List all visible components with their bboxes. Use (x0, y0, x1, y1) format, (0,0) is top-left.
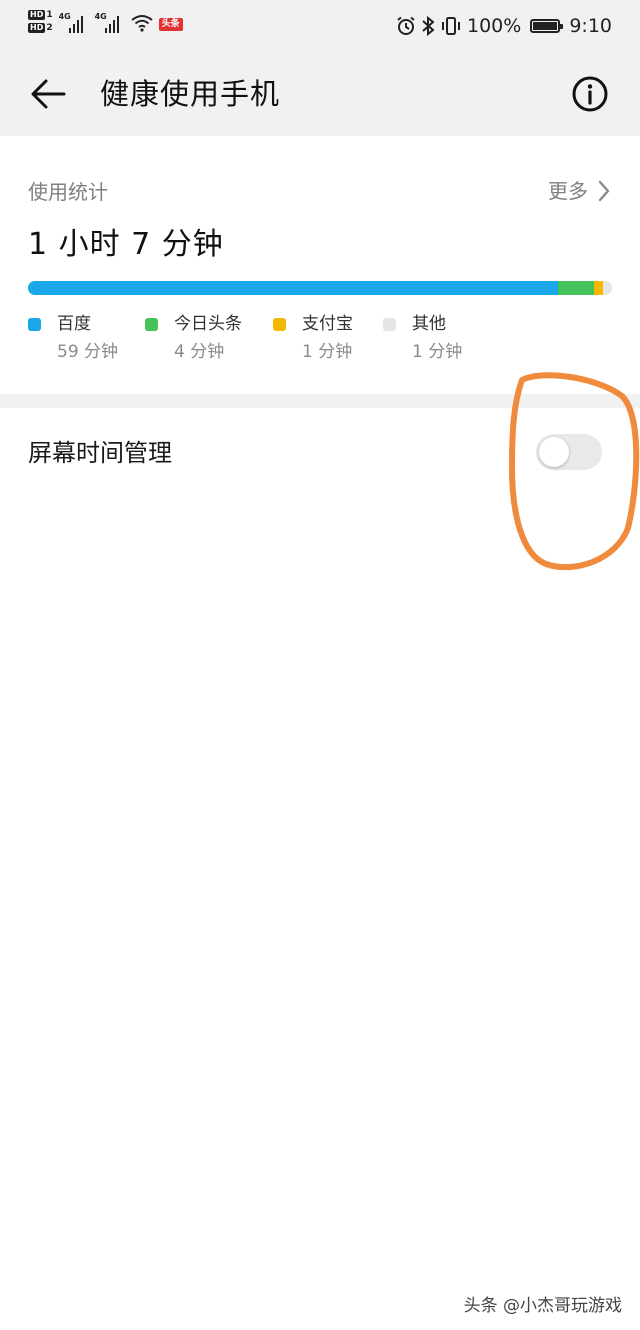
usage-bar-segment (558, 281, 595, 295)
more-link[interactable]: 更多 (548, 176, 610, 206)
more-label: 更多 (548, 179, 588, 203)
signal-2-icon: 4G (95, 12, 125, 34)
legend-color-dot (145, 318, 158, 331)
signal-1-icon: 4G (59, 12, 89, 34)
app-bar: 健康使用手机 (0, 52, 640, 136)
page-title: 健康使用手机 (100, 77, 281, 111)
usage-section-label: 使用统计 (28, 180, 108, 204)
alarm-icon (397, 16, 415, 35)
hd-1-icon: HD 1 (28, 10, 53, 20)
legend-app-name: 支付宝 (302, 314, 353, 334)
battery-icon (530, 19, 564, 33)
usage-bar (28, 281, 612, 295)
legend-color-dot (28, 318, 41, 331)
annotation-circle (509, 372, 640, 571)
bluetooth-icon (422, 16, 435, 36)
legend-app-name: 百度 (57, 314, 91, 334)
usage-bar-segment (594, 281, 603, 295)
total-usage-time: 1 小时 7 分钟 (28, 227, 224, 262)
usage-bar-segment (28, 281, 559, 295)
legend-app-duration: 1 分钟 (412, 342, 463, 362)
legend-app-duration: 1 分钟 (302, 342, 353, 362)
hd-2-icon: HD 2 (28, 23, 53, 33)
legend-color-dot (383, 318, 396, 331)
arrow-left-icon (31, 79, 66, 109)
back-button[interactable] (28, 74, 68, 114)
status-bar: HD 1 HD 2 4G 4G 头条 100% 9:10 (0, 0, 640, 52)
vibrate-icon (442, 17, 460, 35)
status-bar-right: 100% 9:10 (396, 12, 612, 40)
info-button[interactable] (570, 74, 610, 114)
legend-color-dot (273, 318, 286, 331)
toutiao-badge-icon: 头条 (158, 18, 183, 31)
wifi-icon (130, 15, 153, 32)
battery-percent: 100% (467, 15, 522, 37)
watermark: 头条 @小杰哥玩游戏 (463, 1296, 622, 1316)
legend-app-duration: 4 分钟 (174, 342, 225, 362)
clock: 9:10 (569, 15, 612, 37)
legend-app-name: 今日头条 (174, 314, 242, 334)
status-bar-left: HD 1 HD 2 4G 4G 头条 (28, 10, 183, 44)
legend-app-name: 其他 (412, 314, 446, 334)
info-circle-icon (572, 76, 608, 112)
screen-time-label: 屏幕时间管理 (28, 439, 172, 467)
chevron-right-icon (598, 180, 610, 202)
legend-app-duration: 59 分钟 (57, 342, 119, 362)
